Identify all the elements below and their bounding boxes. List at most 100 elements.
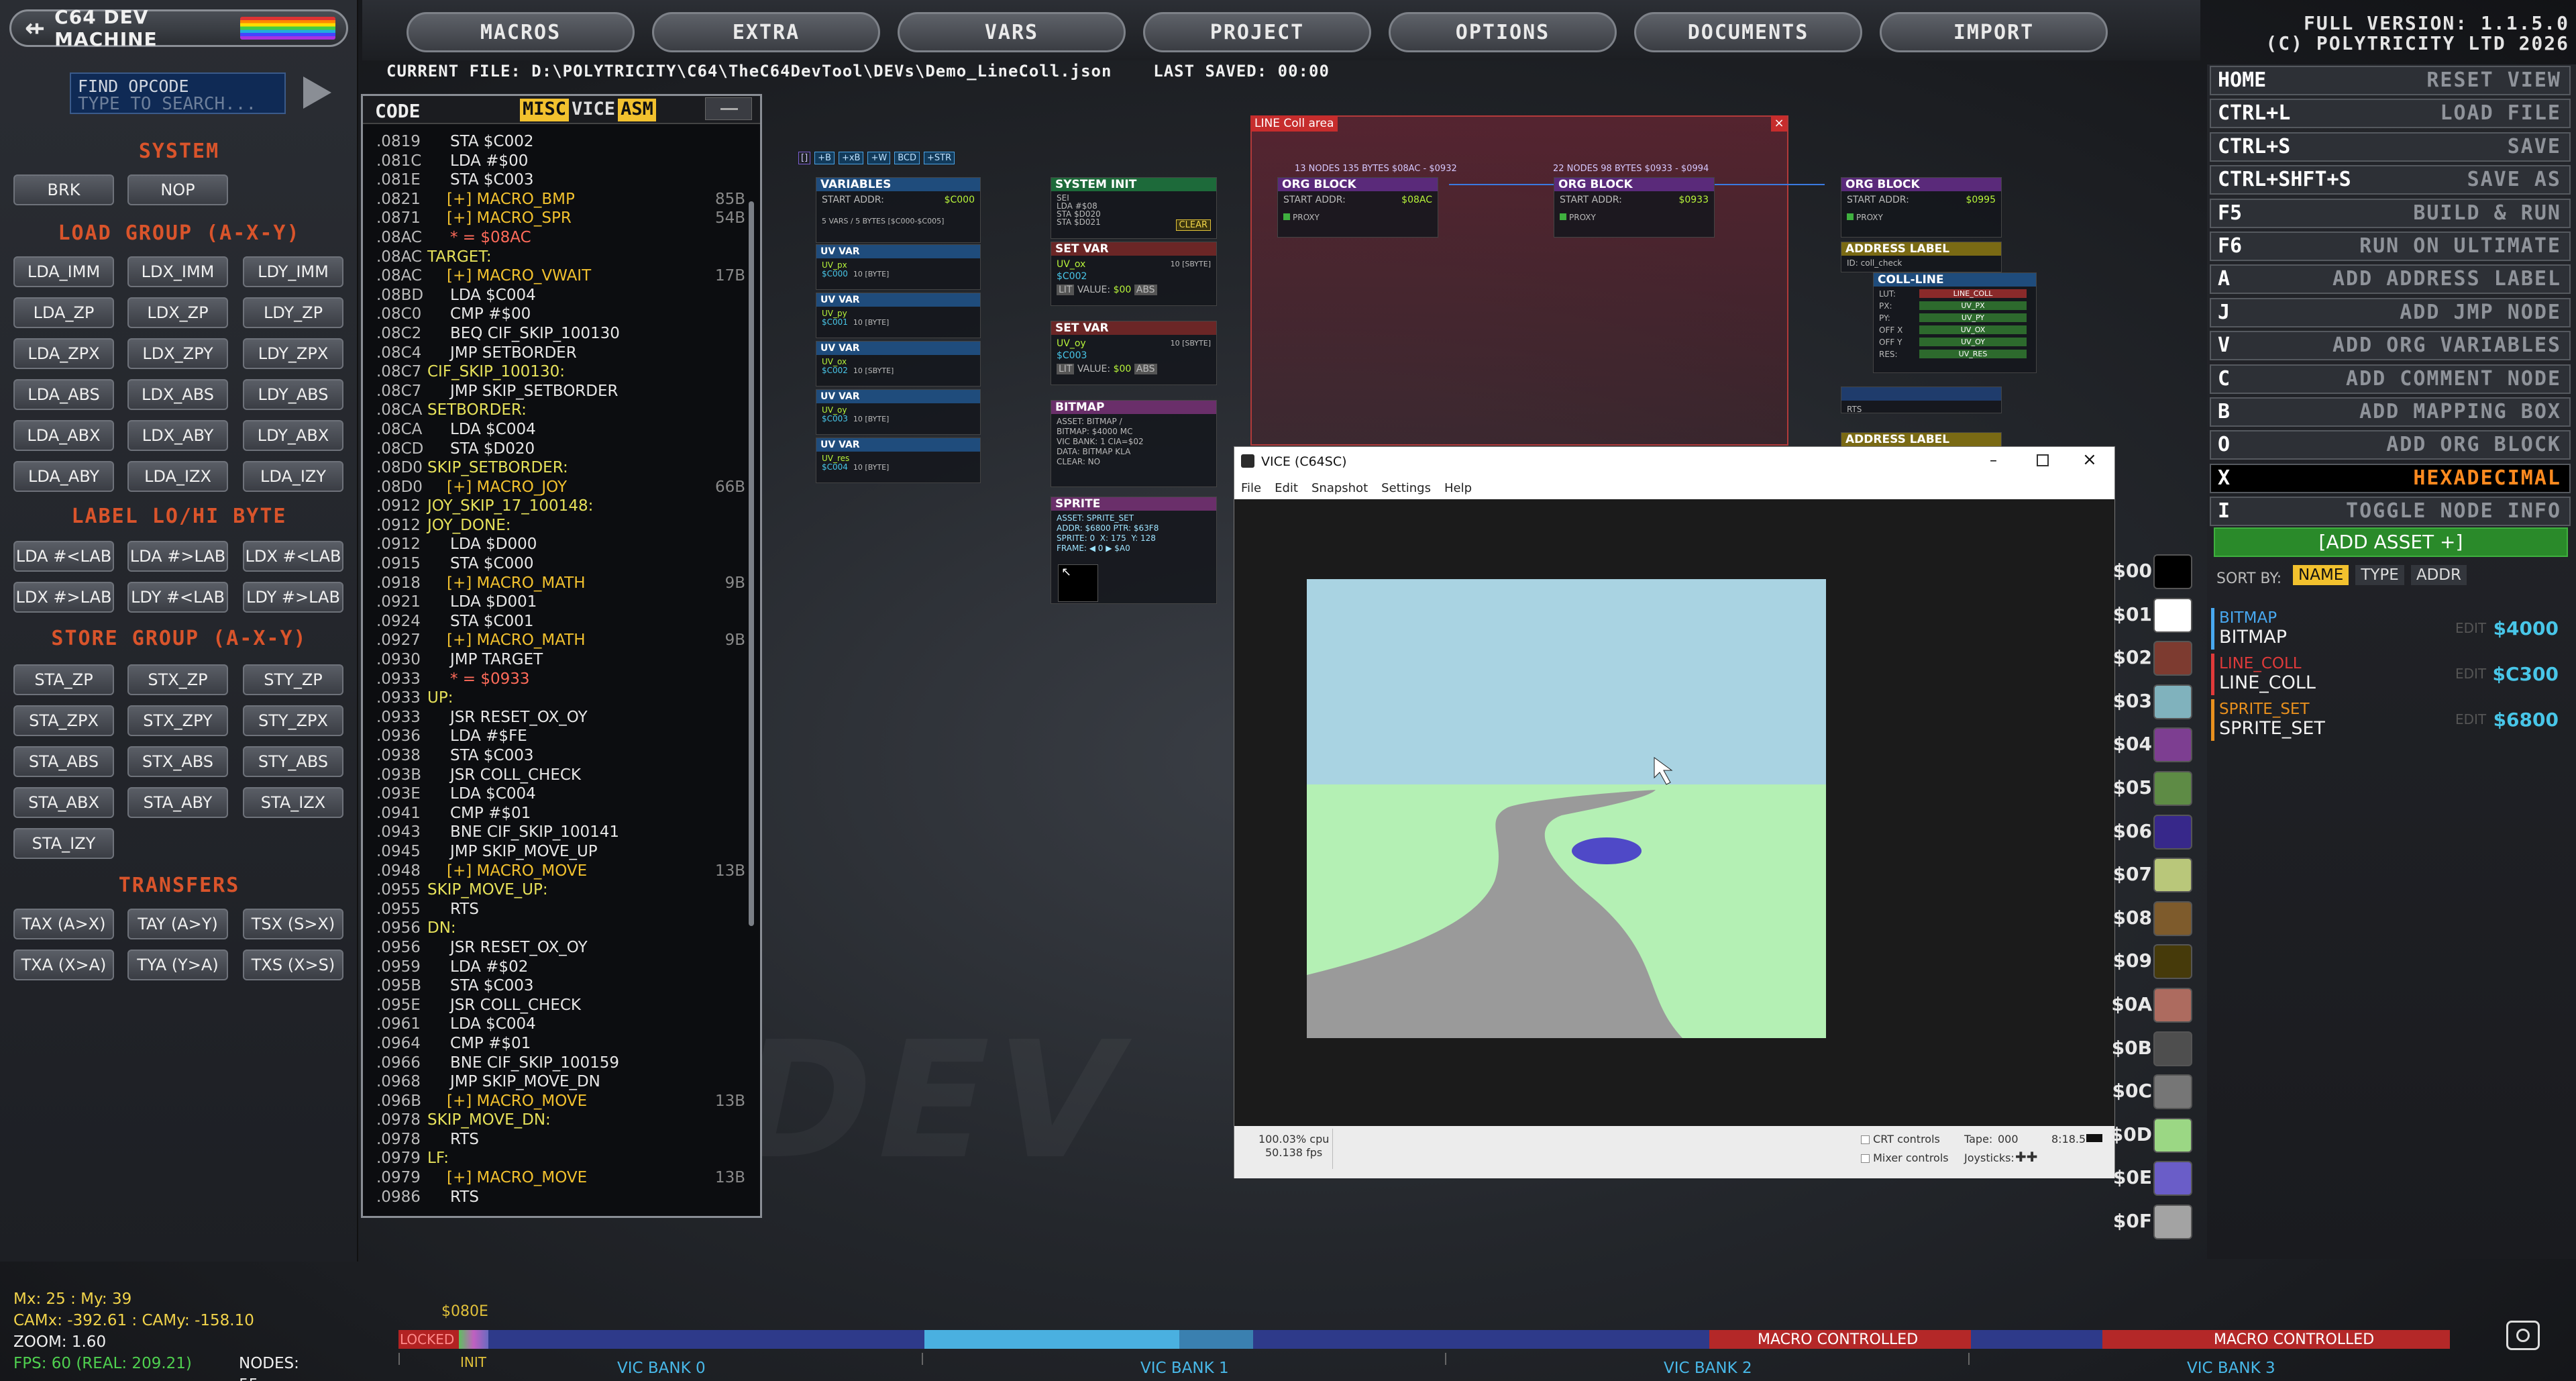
org-block-node[interactable]: ORG BLOCK START ADDR: $0995 PROXY: [1841, 177, 2002, 238]
org-block-node[interactable]: ORG BLOCK START ADDR: $08AC PROXY: [1277, 177, 1438, 238]
code-line[interactable]: .0979 LF:: [376, 1149, 745, 1168]
opcode-button[interactable]: STA_IZX: [243, 787, 343, 818]
shortcut-ctrl-shft-s[interactable]: CTRL+SHFT+S SAVE AS: [2210, 165, 2571, 195]
color-swatch[interactable]: [2153, 944, 2192, 980]
opcode-button[interactable]: STY_ABS: [243, 746, 343, 777]
code-line[interactable]: .0933 UP:: [376, 688, 745, 708]
opcode-button[interactable]: STX_ZP: [127, 664, 228, 695]
coll-field[interactable]: PX: UV_PX: [1879, 301, 2031, 313]
minimize-button[interactable]: [705, 97, 752, 120]
opcode-button[interactable]: STA_ZPX: [13, 705, 114, 736]
code-line[interactable]: .0912 JOY_SKIP_17_100148:: [376, 497, 745, 516]
code-line[interactable]: .08CA LDA $C004: [376, 420, 745, 440]
toolbar-button[interactable]: +B: [814, 152, 835, 164]
vice-window[interactable]: VICE (C64SC) – × File Edit Snapshot Setting…: [1234, 446, 2115, 1178]
vice-menu-file[interactable]: File: [1241, 481, 1261, 495]
code-line[interactable]: .0912 LDA $D000: [376, 535, 745, 554]
coll-field[interactable]: RES: UV_RES: [1879, 350, 2031, 362]
shortcut-o[interactable]: O ADD ORG BLOCK: [2210, 430, 2571, 460]
rts-node[interactable]: RTS: [1841, 387, 2002, 414]
code-line[interactable]: .0936 LDA #$FE: [376, 727, 745, 746]
opcode-button[interactable]: LDY_ZPX: [243, 338, 343, 369]
opcode-button[interactable]: STA_ABY: [127, 787, 228, 818]
color-swatch[interactable]: [2153, 1161, 2192, 1196]
shortcut-a[interactable]: A ADD ADDRESS LABEL: [2210, 264, 2571, 295]
opcode-button[interactable]: LDY #<LAB: [127, 582, 228, 613]
set-var-node[interactable]: SET VAR UV_ox 10 [SBYTE] $C002 LIT VALUE:…: [1051, 242, 1217, 306]
app-logo[interactable]: ⇷ C64 DEV MACHINE: [9, 6, 348, 50]
code-line[interactable]: .0918 [+] MACRO_MATH 9B: [376, 574, 745, 593]
code-line[interactable]: .093B JSR COLL_CHECK: [376, 766, 745, 785]
code-line[interactable]: .08CD STA $D020: [376, 440, 745, 459]
code-line[interactable]: .0964 CMP #$01: [376, 1034, 745, 1054]
code-line[interactable]: .0955 RTS: [376, 900, 745, 919]
code-line[interactable]: .081C LDA #$00: [376, 152, 745, 171]
code-line[interactable]: .0956 DN:: [376, 919, 745, 938]
code-line[interactable]: .0968 JMP SKIP_MOVE_DN: [376, 1072, 745, 1092]
opcode-button[interactable]: STY_ZP: [243, 664, 343, 695]
clear-button[interactable]: CLEAR: [1175, 219, 1211, 231]
toolbar-button[interactable]: +xB: [838, 152, 864, 164]
asset-item[interactable]: SPRITE_SET SPRITE_SET EDIT $6800: [2211, 699, 2567, 741]
color-swatch[interactable]: [2153, 1074, 2192, 1110]
opcode-button[interactable]: LDY #>LAB: [243, 582, 343, 613]
code-line[interactable]: .0959 LDA #$02: [376, 958, 745, 977]
color-swatch[interactable]: [2153, 901, 2192, 936]
vice-menu-settings[interactable]: Settings: [1381, 481, 1431, 495]
code-line[interactable]: .08D0 [+] MACRO_JOY 66B: [376, 478, 745, 497]
opcode-button[interactable]: LDX_IMM: [127, 256, 228, 287]
shortcut-j[interactable]: J ADD JMP NODE: [2210, 297, 2571, 327]
code-line[interactable]: .0819 STA $C002: [376, 132, 745, 152]
opcode-button[interactable]: LDA_ABS: [13, 379, 114, 410]
code-line[interactable]: .0921 LDA $D001: [376, 593, 745, 612]
value-field[interactable]: $00: [1114, 285, 1132, 295]
opcode-button[interactable]: STX_ABS: [127, 746, 228, 777]
vice-menu-help[interactable]: Help: [1444, 481, 1472, 495]
menu-options[interactable]: OPTIONS: [1389, 12, 1617, 52]
shortcut-c[interactable]: C ADD COMMENT NODE: [2210, 364, 2571, 394]
coll-field[interactable]: LUT: LINE_COLL: [1879, 289, 2031, 301]
color-swatch[interactable]: [2153, 1205, 2192, 1239]
menu-extra[interactable]: EXTRA: [652, 12, 880, 52]
sprite-node[interactable]: SPRITE ASSET: SPRITE_SET ADDR: $6800 PTR…: [1051, 497, 1217, 604]
opcode-button[interactable]: LDA_ABY: [13, 461, 114, 492]
menu-import[interactable]: IMPORT: [1880, 12, 2108, 52]
color-swatch[interactable]: [2153, 814, 2192, 850]
opcode-button[interactable]: TAY (A>Y): [127, 909, 228, 939]
opcode-button[interactable]: STA_ZP: [13, 664, 114, 695]
opcode-button[interactable]: LDY_ABS: [243, 379, 343, 410]
set-var-node[interactable]: SET VAR UV_oy 10 [SBYTE] $C003 LIT VALUE:…: [1051, 321, 1217, 385]
code-line[interactable]: .0943 BNE CIF_SKIP_100141: [376, 823, 745, 842]
opcode-button[interactable]: BRK: [13, 174, 114, 205]
code-line[interactable]: .093E LDA $C004: [376, 784, 745, 804]
opcode-button[interactable]: STX_ZPY: [127, 705, 228, 736]
sort-addr-button[interactable]: ADDR: [2410, 565, 2467, 585]
color-swatch[interactable]: [2153, 858, 2192, 893]
mixer-checkbox[interactable]: Mixer controls: [1861, 1152, 1949, 1164]
toolbar-button[interactable]: []: [798, 152, 811, 164]
proxy-checkbox[interactable]: PROXY: [1847, 211, 1996, 223]
opcode-button[interactable]: LDX #<LAB: [243, 541, 343, 572]
color-swatch[interactable]: [2153, 684, 2192, 719]
code-line[interactable]: .081E STA $C003: [376, 170, 745, 190]
code-line[interactable]: .0915 STA $C000: [376, 554, 745, 574]
color-swatch[interactable]: [2153, 988, 2192, 1023]
shortcut-b[interactable]: B ADD MAPPING BOX: [2210, 397, 2571, 427]
asset-edit-button[interactable]: EDIT: [2455, 620, 2486, 636]
opcode-button[interactable]: LDA_ABX: [13, 420, 114, 451]
code-line[interactable]: .0927 [+] MACRO_MATH 9B: [376, 631, 745, 650]
uv-var-node[interactable]: UV VAR UV_res $C004 10 [BYTE]: [816, 438, 981, 483]
shortcut-f6[interactable]: F6 RUN ON ULTIMATE: [2210, 232, 2571, 261]
code-line[interactable]: .0933 JSR RESET_OX_OY: [376, 708, 745, 727]
code-line[interactable]: .08BD LDA $C004: [376, 286, 745, 305]
code-line[interactable]: .0945 JMP SKIP_MOVE_UP: [376, 842, 745, 862]
code-line[interactable]: .0933 * = $0933: [376, 670, 745, 689]
opcode-button[interactable]: STA_IZY: [13, 828, 114, 859]
code-line[interactable]: .095E JSR COLL_CHECK: [376, 996, 745, 1015]
toolbar-button[interactable]: +W: [867, 152, 891, 164]
close-icon[interactable]: ×: [2082, 450, 2097, 470]
code-line[interactable]: .08C4 JMP SETBORDER: [376, 344, 745, 363]
opcode-button[interactable]: LDX_ABS: [127, 379, 228, 410]
code-line[interactable]: .0930 JMP TARGET: [376, 650, 745, 670]
code-line[interactable]: .0821 [+] MACRO_BMP 85B: [376, 190, 745, 209]
